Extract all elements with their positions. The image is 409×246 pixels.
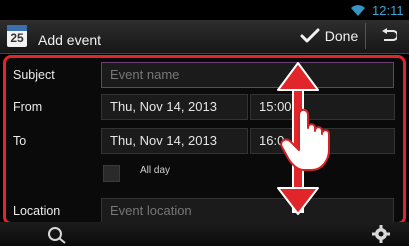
clock: 12:11 <box>372 3 404 18</box>
from-label: From <box>13 100 43 114</box>
subject-label: Subject <box>13 68 55 82</box>
wifi-icon <box>351 5 365 16</box>
location-input[interactable]: Event location <box>101 198 394 222</box>
calendar-app-icon-number: 25 <box>10 31 24 45</box>
subject-input[interactable]: Event name <box>101 62 394 88</box>
all-day-label: All day <box>140 165 171 176</box>
to-date-field[interactable]: Thu, Nov 14, 2013 <box>101 128 248 154</box>
voice-search-icon[interactable] <box>46 226 68 244</box>
all-day-checkbox[interactable] <box>103 165 120 182</box>
event-form-panel: Subject Event name From Thu, Nov 14, 201… <box>3 55 406 225</box>
check-icon <box>300 28 320 43</box>
to-label: To <box>13 134 27 148</box>
back-icon <box>382 28 397 41</box>
page-title: Add event <box>38 32 102 48</box>
done-button[interactable]: Done <box>293 23 366 49</box>
from-date-field[interactable]: Thu, Nov 14, 2013 <box>101 94 248 120</box>
status-bar: 12:11 <box>0 0 409 20</box>
to-time-field[interactable]: 16:0 <box>250 128 395 154</box>
from-time-field[interactable]: 15:00 <box>250 94 395 120</box>
settings-icon[interactable] <box>372 225 390 243</box>
back-button[interactable] <box>368 23 408 49</box>
location-label: Location <box>13 204 61 218</box>
calendar-app-icon: 25 <box>7 25 27 47</box>
done-label: Done <box>324 28 359 44</box>
action-bar: 25 Add event Done <box>0 20 409 54</box>
